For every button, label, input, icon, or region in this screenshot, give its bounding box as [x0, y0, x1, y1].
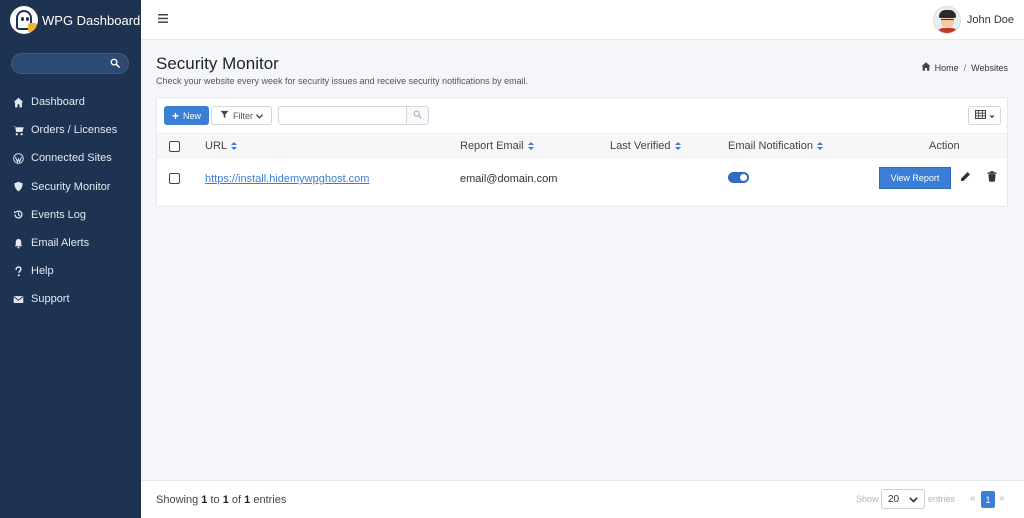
search-icon[interactable]	[110, 58, 120, 71]
chevron-down-icon	[909, 495, 918, 506]
cart-icon	[12, 124, 24, 136]
sidebar-item-orders[interactable]: Orders / Licenses	[0, 116, 141, 144]
sidebar-search-input[interactable]	[11, 53, 129, 74]
column-label: Email Notification	[728, 140, 813, 152]
avatar[interactable]	[932, 6, 961, 34]
column-header-url[interactable]: URL	[205, 140, 238, 152]
filter-button-label: Filter	[233, 110, 253, 121]
sidebar-item-dashboard[interactable]: Dashboard	[0, 88, 141, 116]
entries-label: entries	[928, 494, 956, 504]
sidebar-item-label: Security Monitor	[31, 180, 111, 193]
history-icon	[12, 209, 24, 221]
report-email: email@domain.com	[460, 173, 558, 185]
brand[interactable]: WPG Dashboard	[0, 0, 141, 40]
pagination-current-page[interactable]: 1	[981, 491, 995, 508]
page-size-value: 20	[888, 493, 900, 505]
filter-button[interactable]: Filter	[211, 106, 272, 125]
sidebar-item-label: Help	[31, 265, 54, 278]
sidebar-item-connected-sites[interactable]: Connected Sites	[0, 144, 141, 172]
edit-pencil-icon[interactable]	[960, 171, 971, 185]
page-subtitle: Check your website every week for securi…	[156, 76, 529, 86]
shield-icon	[12, 181, 24, 193]
sidebar-item-label: Connected Sites	[31, 152, 112, 165]
topbar: John Doe	[141, 0, 1024, 40]
row-checkbox[interactable]	[169, 173, 180, 184]
funnel-icon	[220, 110, 229, 121]
email-notification-toggle[interactable]	[728, 172, 749, 183]
delete-trash-icon[interactable]	[987, 171, 997, 185]
new-button-label: New	[183, 110, 202, 121]
ghost-logo-icon	[10, 6, 38, 34]
to-label: to	[210, 494, 220, 506]
sidebar-item-label: Support	[31, 293, 70, 306]
range-from: 1	[201, 494, 208, 506]
column-header-report-email[interactable]: Report Email	[460, 140, 534, 152]
sidebar-item-label: Dashboard	[31, 96, 85, 109]
table-search-input[interactable]	[278, 106, 408, 125]
user-name[interactable]: John Doe	[967, 14, 1014, 26]
breadcrumb: Home / Websites	[921, 62, 1008, 73]
sort-icon	[231, 141, 238, 151]
column-toggle-button[interactable]	[968, 106, 1001, 125]
search-icon	[413, 110, 422, 122]
pagination-summary: Showing 1 to 1 of 1 entries	[156, 494, 286, 506]
column-header-last-verified[interactable]: Last Verified	[610, 140, 681, 152]
sidebar-nav: Dashboard Orders / Licenses Connected Si…	[0, 88, 141, 314]
page-title: Security Monitor	[156, 54, 279, 73]
table-search-button[interactable]	[406, 106, 429, 125]
sidebar-item-label: Orders / Licenses	[31, 124, 118, 137]
breadcrumb-separator: /	[963, 62, 967, 73]
column-label: Report Email	[460, 140, 524, 152]
chevron-down-icon	[255, 111, 264, 121]
home-icon[interactable]	[921, 62, 931, 73]
range-to: 1	[222, 494, 229, 506]
table-header: URL Report Email Last Verified Email Not…	[157, 133, 1007, 158]
sidebar-item-security-monitor[interactable]: Security Monitor	[0, 173, 141, 201]
view-report-button[interactable]: View Report	[879, 167, 951, 189]
sidebar-item-events-log[interactable]: Events Log	[0, 201, 141, 229]
sort-icon	[816, 141, 823, 151]
wordpress-icon	[12, 152, 24, 164]
hamburger-menu-icon[interactable]	[158, 14, 168, 26]
sort-icon	[674, 141, 681, 151]
sidebar: WPG Dashboard Dashboard Orders / License…	[0, 0, 141, 518]
breadcrumb-home-link[interactable]: Home	[935, 63, 959, 73]
show-label: Show	[856, 494, 879, 504]
websites-table-card: + New Filter URL Report Email Last Verif…	[156, 97, 1008, 207]
column-label: Last Verified	[610, 140, 671, 152]
column-header-email-notification[interactable]: Email Notification	[728, 140, 823, 152]
envelope-icon	[12, 293, 24, 305]
entries-word: entries	[253, 494, 287, 506]
user-menu[interactable]: John Doe	[932, 6, 1014, 34]
of-label: of	[231, 494, 242, 506]
sort-icon	[527, 141, 534, 151]
sidebar-item-help[interactable]: Help	[0, 257, 141, 285]
plus-icon: +	[171, 108, 179, 123]
total-count: 1	[244, 494, 251, 506]
table-footer: Showing 1 to 1 of 1 entries Show 20 entr…	[141, 480, 1024, 518]
pagination-prev[interactable]: «	[970, 493, 976, 504]
breadcrumb-current: Websites	[971, 62, 1008, 73]
new-button[interactable]: + New	[164, 106, 209, 125]
site-url-link[interactable]: https://install.hidemywpghost.com	[205, 173, 369, 185]
bell-icon	[12, 237, 24, 249]
sidebar-item-label: Events Log	[31, 208, 87, 221]
column-header-action: Action	[929, 140, 960, 152]
column-label: Action	[929, 140, 960, 152]
table-grid-icon	[974, 109, 986, 122]
sidebar-item-label: Email Alerts	[31, 237, 90, 250]
pagination-next[interactable]: »	[999, 493, 1005, 504]
page-size-select[interactable]: 20	[881, 489, 925, 509]
table-row: https://install.hidemywpghost.com email@…	[157, 159, 1007, 197]
sidebar-item-email-alerts[interactable]: Email Alerts	[0, 229, 141, 257]
showing-label: Showing	[156, 494, 199, 506]
home-icon	[12, 96, 24, 108]
select-all-checkbox[interactable]	[169, 141, 180, 152]
question-icon	[12, 265, 24, 277]
sidebar-item-support[interactable]: Support	[0, 285, 141, 313]
brand-title: WPG Dashboard	[42, 12, 141, 28]
column-label: URL	[205, 140, 228, 152]
chevron-down-icon	[988, 110, 995, 122]
